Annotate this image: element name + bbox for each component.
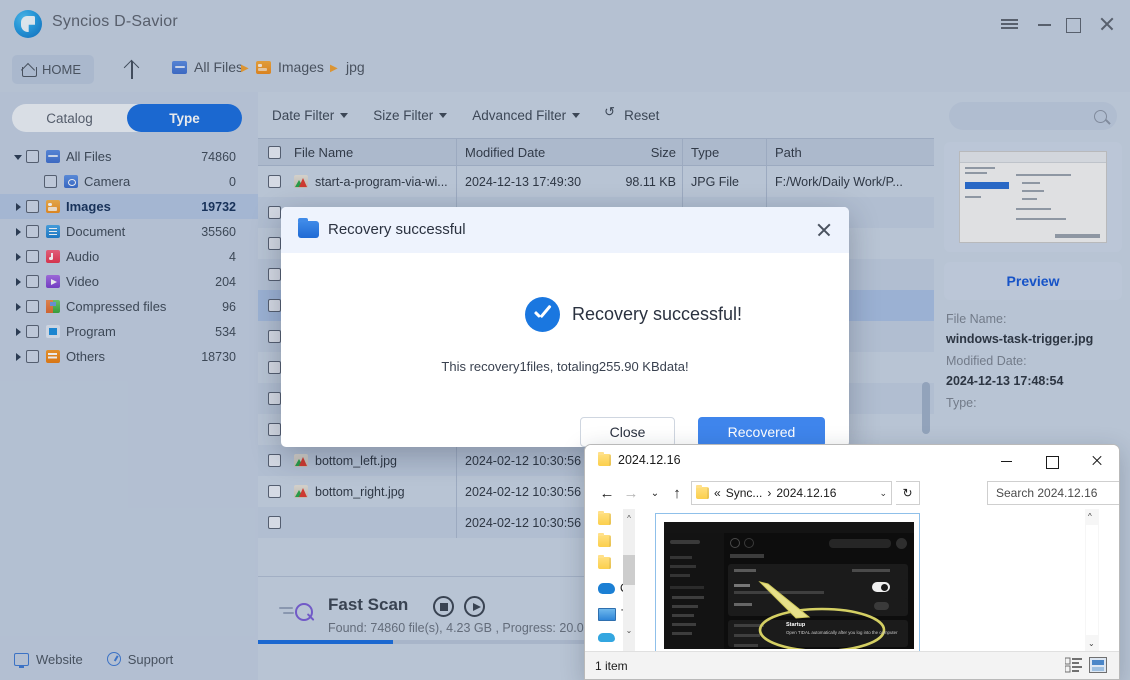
file-item-thumbnail[interactable]: Startup Open TIDAL automatically after y… xyxy=(655,513,920,653)
scroll-down-icon[interactable]: ⌄ xyxy=(1088,639,1095,648)
explorer-item-count: 1 item xyxy=(595,658,628,673)
address-bar[interactable]: « Sync... › 2024.12.16 ⌄ xyxy=(691,481,892,505)
explorer-search-placeholder: Search 2024.12.16 xyxy=(996,486,1098,500)
recovery-dialog: Recovery successful Recovery successful!… xyxy=(281,207,849,447)
annotation-arrow-and-ellipse: Startup Open TIDAL automatically after y… xyxy=(758,581,898,649)
explorer-navbar: ← → ⌄ ↑ « Sync... › 2024.12.16 ⌄ ↻ Searc… xyxy=(585,477,1119,509)
dialog-close-button[interactable]: Close xyxy=(580,417,675,447)
nav-item-onedrive-2[interactable] xyxy=(598,633,615,642)
list-view-icon[interactable] xyxy=(1064,657,1083,673)
screenshot-preview-image: Startup Open TIDAL automatically after y… xyxy=(664,522,914,649)
folder-yellow-icon xyxy=(598,510,611,525)
onedrive-icon xyxy=(598,582,615,594)
this-pc-icon xyxy=(598,607,616,621)
check-circle-icon xyxy=(525,297,560,332)
file-explorer-window: 2024.12.16 ← → ⌄ ↑ « Sync... › 2024.12.1… xyxy=(584,444,1120,680)
address-crumb-2[interactable]: 2024.12.16 xyxy=(776,486,836,500)
nav-item-folder[interactable] xyxy=(598,510,611,525)
nav-item-folder[interactable] xyxy=(598,532,611,547)
dialog-headline: Recovery successful! xyxy=(572,304,743,324)
nav-pane-scrollbar-thumb[interactable] xyxy=(623,555,635,585)
close-icon[interactable] xyxy=(815,221,833,239)
close-icon[interactable] xyxy=(1074,445,1119,476)
folder-yellow-icon xyxy=(696,484,709,499)
dialog-recovered-button[interactable]: Recovered xyxy=(698,417,825,447)
address-crumb-1[interactable]: Sync... xyxy=(726,486,763,500)
svg-text:Startup: Startup xyxy=(786,622,806,628)
scroll-up-icon[interactable]: ^ xyxy=(623,511,635,525)
tile-view-icon[interactable] xyxy=(1089,657,1107,673)
svg-text:Open TIDAL automatically after: Open TIDAL automatically after you log i… xyxy=(786,630,898,635)
refresh-icon[interactable]: ↻ xyxy=(896,481,920,505)
address-prefix: « xyxy=(714,486,721,500)
explorer-nav-pane[interactable]: O Th ^ ⌄ xyxy=(585,509,637,651)
recent-locations-icon[interactable]: ⌄ xyxy=(643,481,667,505)
explorer-body: O Th ^ ⌄ xyxy=(585,509,1119,653)
minimize-icon[interactable] xyxy=(984,445,1029,476)
explorer-status-bar: 1 item xyxy=(585,651,1119,679)
explorer-titlebar: 2024.12.16 xyxy=(585,445,1119,477)
dialog-message: This recovery1files, totaling255.90 KBda… xyxy=(441,359,689,374)
forward-icon[interactable]: → xyxy=(619,481,643,505)
nav-item-folder[interactable] xyxy=(598,554,611,569)
explorer-title: 2024.12.16 xyxy=(618,453,681,467)
back-icon[interactable]: ← xyxy=(595,481,619,505)
scroll-down-icon[interactable]: ⌄ xyxy=(623,623,635,637)
dialog-titlebar: Recovery successful xyxy=(281,207,849,253)
onedrive-icon xyxy=(598,633,615,642)
explorer-file-area[interactable]: Startup Open TIDAL automatically after y… xyxy=(637,509,1099,653)
folder-yellow-icon xyxy=(598,532,611,547)
folder-blue-icon xyxy=(298,218,319,238)
chevron-down-icon[interactable]: ⌄ xyxy=(879,488,887,499)
explorer-scrollbar[interactable]: ^ ⌄ xyxy=(1085,509,1099,651)
explorer-search-input[interactable]: Search 2024.12.16 xyxy=(987,481,1119,505)
maximize-icon[interactable] xyxy=(1029,445,1074,476)
dialog-title: Recovery successful xyxy=(328,221,466,238)
address-separator: › xyxy=(767,486,772,500)
folder-yellow-icon xyxy=(598,554,611,569)
explorer-scrollbar-thumb[interactable] xyxy=(1086,525,1098,635)
folder-yellow-icon xyxy=(598,451,611,466)
scroll-up-icon[interactable]: ^ xyxy=(1088,512,1092,521)
up-icon[interactable]: ↑ xyxy=(665,481,689,505)
